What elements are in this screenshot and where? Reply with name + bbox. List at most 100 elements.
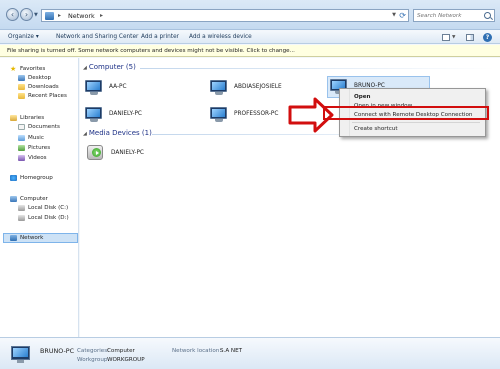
disk-icon <box>18 215 25 221</box>
address-bar-area: ‹ › ▼ ▸ Network ▸ ▼ ⟳ <box>0 0 500 30</box>
details-categories-label: Categories: <box>77 348 110 354</box>
desktop-icon <box>18 75 25 81</box>
recent-places-icon <box>18 93 25 99</box>
sidebar-item-label: Libraries <box>20 115 45 121</box>
back-button[interactable]: ‹ <box>6 8 19 21</box>
sidebar-item-pictures[interactable]: Pictures <box>18 144 76 153</box>
menu-item-label: Open <box>354 94 371 100</box>
libraries-icon <box>10 115 17 121</box>
sidebar-item-label: Desktop <box>28 75 52 81</box>
sidebar-item-label: Downloads <box>28 84 59 90</box>
media-device-daniely-pc[interactable]: DANIELY-PC <box>87 144 197 164</box>
sidebar-item-homegroup[interactable]: Homegroup <box>10 174 76 183</box>
sidebar-item-local-disk-d[interactable]: Local Disk (D:) <box>18 214 76 223</box>
sidebar-item-label: Documents <box>28 124 60 130</box>
sidebar-item-videos[interactable]: Videos <box>18 154 76 163</box>
collapse-chevron-icon[interactable]: ◢ <box>83 65 87 71</box>
menu-item-create-shortcut[interactable]: Create shortcut <box>342 125 483 133</box>
sidebar-item-label: Local Disk (D:) <box>28 215 69 221</box>
sidebar-item-music[interactable]: Music <box>18 134 76 143</box>
sidebar-item-label: Music <box>28 135 44 141</box>
change-view-icon[interactable] <box>442 34 450 41</box>
search-icon[interactable] <box>484 12 491 19</box>
network-sharing-center-button[interactable]: Network and Sharing Center <box>56 34 138 40</box>
computer-icon <box>85 107 102 119</box>
sidebar-item-downloads[interactable]: Downloads <box>18 83 76 92</box>
documents-icon <box>18 124 25 130</box>
menu-item-open[interactable]: Open <box>342 93 483 101</box>
sidebar-item-desktop[interactable]: Desktop <box>18 74 76 83</box>
organize-button[interactable]: Organize ▾ <box>8 34 39 40</box>
search-box[interactable] <box>413 9 495 22</box>
details-workgroup-label: Workgroup: <box>77 357 110 363</box>
sidebar-item-local-disk-c[interactable]: Local Disk (C:) <box>18 204 76 213</box>
forward-button[interactable]: › <box>20 8 33 21</box>
sidebar-item-label: Recent Places <box>28 93 67 99</box>
preview-pane-icon[interactable] <box>466 34 474 41</box>
search-input[interactable] <box>417 11 481 21</box>
info-bar-message[interactable]: File sharing is turned off. Some network… <box>7 48 295 54</box>
group-header-media-devices[interactable]: ◢ Media Devices (1) <box>83 129 152 139</box>
breadcrumb-network[interactable]: Network <box>68 12 95 20</box>
star-icon: ★ <box>10 65 17 73</box>
address-dropdown-icon[interactable]: ▼ <box>392 12 396 18</box>
sidebar-item-computer[interactable]: Computer <box>10 195 76 204</box>
disk-icon <box>18 205 25 211</box>
group-header-label: Computer (5) <box>88 63 136 71</box>
collapse-chevron-icon[interactable]: ◢ <box>83 131 87 137</box>
view-dropdown-icon[interactable]: ▼ <box>452 35 455 40</box>
monitor-stand <box>90 92 98 95</box>
group-header-computer[interactable]: ◢ Computer (5) <box>83 63 136 73</box>
breadcrumb-separator-icon[interactable]: ▸ <box>58 12 61 19</box>
sidebar-item-libraries[interactable]: Libraries <box>10 114 76 123</box>
breadcrumb-arrow-icon[interactable]: ▸ <box>100 12 103 19</box>
computer-icon <box>210 107 227 119</box>
navigation-pane: ★ Favorites Desktop Downloads Recent Pla… <box>0 58 79 337</box>
menu-separator <box>352 122 480 123</box>
add-wireless-device-button[interactable]: Add a wireless device <box>189 34 252 40</box>
details-computer-name: BRUNO-PC <box>40 347 75 355</box>
details-categories-value: Computer <box>107 348 135 354</box>
details-workgroup-value: WORKGROUP <box>107 357 145 363</box>
sidebar-item-label: Favorites <box>20 66 46 72</box>
computer-label: DANIELY-PC <box>109 111 142 117</box>
network-icon <box>45 12 54 20</box>
sidebar-item-label: Pictures <box>28 145 51 151</box>
computer-icon <box>11 346 30 363</box>
address-bar[interactable]: ▸ Network ▸ ▼ ⟳ <box>41 9 409 22</box>
sidebar-item-recent-places[interactable]: Recent Places <box>18 92 76 101</box>
recent-pages-dropdown-icon[interactable]: ▼ <box>34 12 38 18</box>
menu-item-label: Create shortcut <box>354 126 398 132</box>
pictures-icon <box>18 145 25 151</box>
network-computer-aa-pc[interactable]: AA-PC <box>85 78 195 98</box>
videos-icon <box>18 155 25 161</box>
annotation-highlight-box <box>323 106 489 120</box>
computer-icon <box>210 80 227 92</box>
sidebar-item-label: Homegroup <box>20 175 53 181</box>
network-computer-daniely-pc[interactable]: DANIELY-PC <box>85 105 195 125</box>
details-network-location-label: Network location: <box>172 348 222 354</box>
details-pane: BRUNO-PC Categories: Computer Workgroup:… <box>0 337 500 369</box>
monitor-stand <box>215 92 223 95</box>
computer-icon <box>85 80 102 92</box>
add-printer-button[interactable]: Add a printer <box>141 34 179 40</box>
info-bar[interactable]: File sharing is turned off. Some network… <box>0 45 500 57</box>
details-network-location-value: S.A NET <box>220 348 243 354</box>
sidebar-item-label: Network <box>20 235 44 241</box>
computer-label: ABDIASEJOSIELE <box>234 84 282 90</box>
monitor-stand <box>90 119 98 122</box>
sidebar-item-documents[interactable]: Documents <box>18 123 76 132</box>
refresh-icon[interactable]: ⟳ <box>399 11 406 20</box>
sidebar-item-label: Computer <box>20 196 48 202</box>
computer-icon <box>10 196 17 202</box>
downloads-folder-icon <box>18 84 25 90</box>
music-icon <box>18 135 25 141</box>
homegroup-icon <box>10 175 17 181</box>
help-icon[interactable]: ? <box>483 33 492 42</box>
network-computer-abdiasejosiele[interactable]: ABDIASEJOSIELE <box>210 78 320 98</box>
monitor-stand <box>215 119 223 122</box>
computer-label: AA-PC <box>109 84 127 90</box>
network-icon <box>10 235 17 241</box>
sidebar-item-favorites[interactable]: ★ Favorites <box>10 65 76 74</box>
sidebar-item-network[interactable]: Network <box>3 233 78 243</box>
